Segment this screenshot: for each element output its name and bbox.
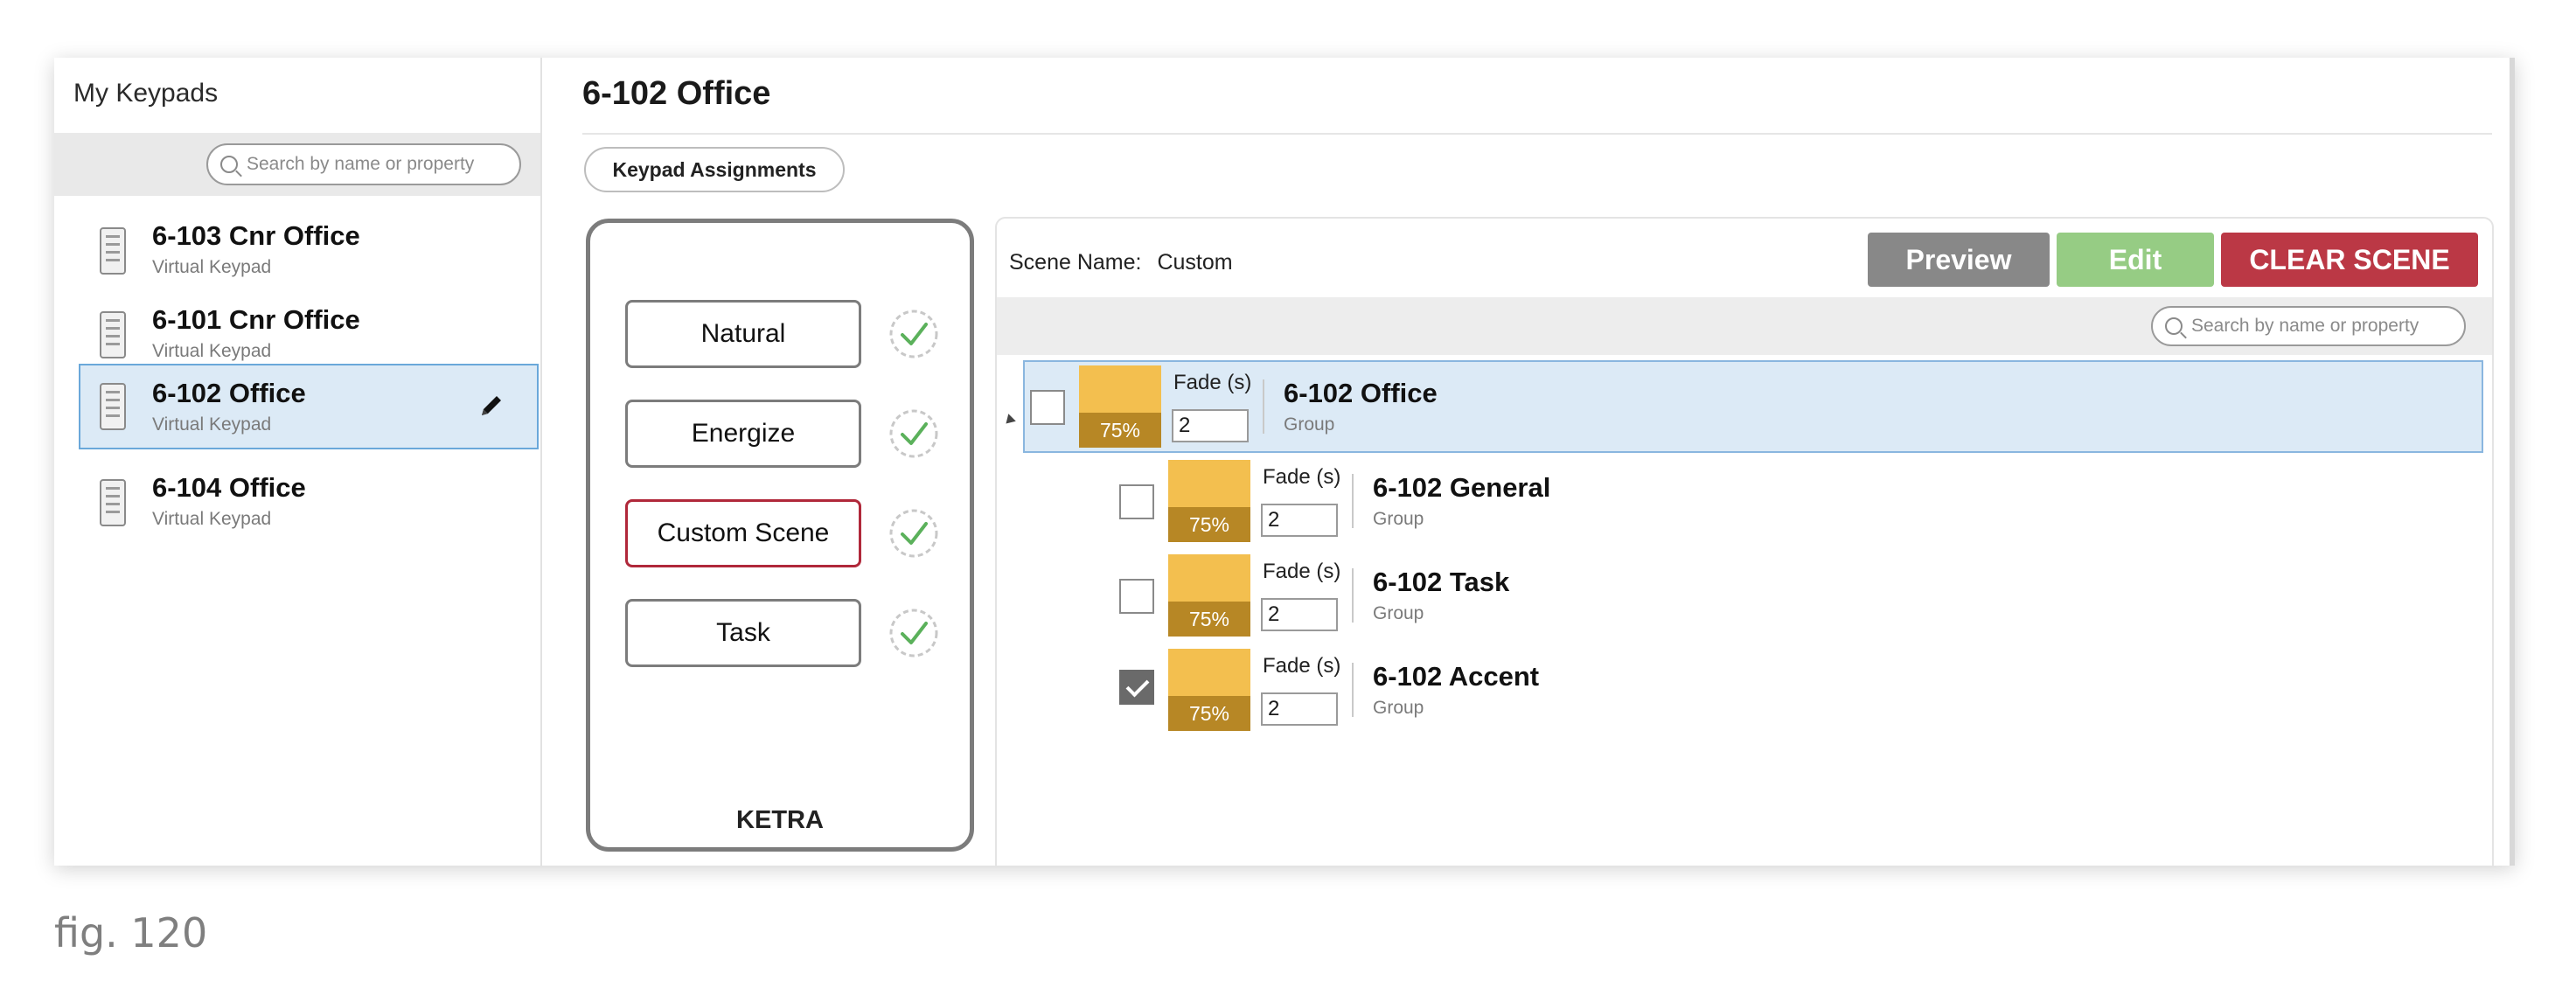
- check-icon: [889, 409, 938, 458]
- divider: [1263, 379, 1264, 434]
- group-checkbox[interactable]: [1119, 484, 1154, 519]
- keypad-list-item[interactable]: 6-103 Cnr Office Virtual Keypad: [79, 210, 539, 294]
- divider: [1352, 568, 1354, 623]
- keypad-name: 6-102 Office: [152, 378, 306, 408]
- fade-label: Fade (s): [1263, 560, 1341, 583]
- keypad-type: Virtual Keypad: [152, 414, 272, 435]
- keypad-name: 6-101 Cnr Office: [152, 304, 360, 335]
- panel-title: My Keypads: [73, 79, 219, 108]
- fade-input[interactable]: 2: [1261, 692, 1338, 726]
- divider: [582, 133, 2492, 135]
- fade-input[interactable]: 2: [1172, 409, 1249, 442]
- clear-scene-button[interactable]: CLEAR SCENE: [2221, 233, 2478, 287]
- check-icon: [889, 609, 938, 657]
- search-placeholder: Search by name or property: [247, 154, 475, 174]
- level-percent: 75%: [1168, 507, 1250, 542]
- level-swatch[interactable]: 75%: [1168, 649, 1250, 731]
- group-type: Group: [1373, 509, 1424, 529]
- scene-panel: Scene Name: Custom Preview Edit CLEAR SCE…: [995, 217, 2494, 866]
- group-name: 6-102 General: [1373, 472, 1551, 503]
- fade-label: Fade (s): [1263, 465, 1341, 489]
- level-swatch[interactable]: 75%: [1079, 365, 1161, 448]
- keypad-name: 6-103 Cnr Office: [152, 220, 360, 251]
- keypad-button-natural[interactable]: Natural: [625, 300, 861, 368]
- keypads-panel: My Keypads Search by name or property 6-…: [54, 58, 542, 866]
- search-placeholder: Search by name or property: [2191, 316, 2419, 336]
- brand-label: KETRA: [736, 806, 824, 834]
- scene-name-label: Scene Name: Custom: [1009, 250, 1233, 275]
- keypad-name: 6-104 Office: [152, 472, 306, 503]
- fade-label: Fade (s): [1263, 654, 1341, 678]
- edit-pencil-icon[interactable]: [477, 392, 505, 420]
- keypad-button-custom-scene[interactable]: Custom Scene: [625, 499, 861, 567]
- keypad-button-energize[interactable]: Energize: [625, 400, 861, 468]
- group-type: Group: [1284, 414, 1335, 435]
- app-window: My Keypads Search by name or property 6-…: [54, 58, 2515, 866]
- scene-name-caption: Scene Name:: [1009, 250, 1142, 275]
- group-name: 6-102 Office: [1284, 378, 1438, 408]
- level-percent: 75%: [1168, 696, 1250, 731]
- preview-button[interactable]: Preview: [1868, 233, 2050, 287]
- group-type: Group: [1373, 603, 1424, 623]
- check-icon: [889, 310, 938, 358]
- keypad-icon: [100, 227, 126, 275]
- divider: [1352, 663, 1354, 717]
- fade-label: Fade (s): [1173, 371, 1252, 394]
- window-edge: [2510, 58, 2515, 866]
- search-icon: [2165, 317, 2183, 335]
- group-row-selected[interactable]: 75% Fade (s) 2 6-102 Office Group: [1023, 360, 2483, 453]
- edit-button[interactable]: Edit: [2057, 233, 2214, 287]
- fade-input[interactable]: 2: [1261, 504, 1338, 537]
- check-icon: [889, 509, 938, 558]
- level-percent: 75%: [1079, 413, 1161, 448]
- keypad-icon: [100, 479, 126, 526]
- group-type: Group: [1373, 698, 1424, 718]
- level-swatch[interactable]: 75%: [1168, 554, 1250, 637]
- keypad-preview: Natural Energize Custom Scene Task KETRA: [586, 219, 974, 852]
- keypad-search-input[interactable]: Search by name or property: [206, 143, 521, 185]
- group-row[interactable]: 75% Fade (s) 2 6-102 General Group: [1119, 456, 2431, 549]
- keypad-list-item-selected[interactable]: 6-102 Office Virtual Keypad: [79, 364, 539, 449]
- group-row[interactable]: 75% Fade (s) 2 6-102 Task Group: [1119, 551, 2431, 644]
- group-name: 6-102 Task: [1373, 567, 1510, 597]
- group-row[interactable]: 75% Fade (s) 2 6-102 Accent Group: [1119, 645, 2431, 738]
- divider: [1352, 474, 1354, 528]
- scene-name-value: Custom: [1157, 250, 1233, 275]
- keypad-icon: [100, 311, 126, 358]
- group-search-input[interactable]: Search by name or property: [2151, 306, 2466, 346]
- group-name: 6-102 Accent: [1373, 661, 1540, 692]
- group-checkbox-checked[interactable]: [1119, 670, 1154, 705]
- figure-caption: fig. 120: [54, 909, 208, 957]
- group-checkbox[interactable]: [1119, 579, 1154, 614]
- group-checkbox[interactable]: [1030, 390, 1065, 425]
- search-icon: [220, 156, 238, 173]
- expand-collapse-icon[interactable]: [1002, 414, 1016, 428]
- keypad-type: Virtual Keypad: [152, 509, 272, 529]
- keypad-icon: [100, 383, 126, 430]
- keypad-type: Virtual Keypad: [152, 341, 272, 361]
- keypad-assignments-button[interactable]: Keypad Assignments: [584, 147, 845, 192]
- page-title: 6-102 Office: [582, 75, 771, 112]
- keypad-button-task[interactable]: Task: [625, 599, 861, 667]
- fade-input[interactable]: 2: [1261, 598, 1338, 631]
- keypad-type: Virtual Keypad: [152, 257, 272, 277]
- level-swatch[interactable]: 75%: [1168, 460, 1250, 542]
- keypad-list-item[interactable]: 6-104 Office Virtual Keypad: [79, 462, 539, 546]
- level-percent: 75%: [1168, 602, 1250, 637]
